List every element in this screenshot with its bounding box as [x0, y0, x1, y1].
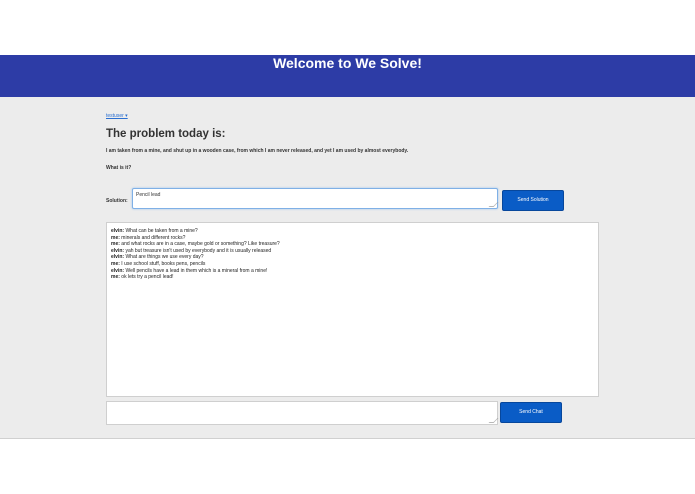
send-solution-button[interactable]: Send Solution [502, 190, 564, 211]
problem-heading: The problem today is: [106, 128, 226, 140]
send-chat-button[interactable]: Send Chat [500, 402, 562, 423]
chat-message: elvin: What are things we use every day? [111, 254, 594, 261]
chat-message: elvin: What can be taken from a mine? [111, 228, 594, 235]
chat-message-text: What are things we use every day? [124, 254, 204, 261]
chat-message-text: and what rocks are in a case, maybe gold… [119, 241, 280, 248]
chat-message-user: elvin: [111, 254, 125, 261]
chat-message-user: elvin: [111, 228, 125, 234]
solution-input-value: Pencil lead [136, 192, 161, 198]
problem-question: What is it? [106, 165, 132, 171]
problem-text: I am taken from a mine, and shut up in a… [106, 148, 409, 154]
resize-grip-icon[interactable] [488, 418, 499, 423]
chat-message-text: ok lets try a pencil lead! [119, 274, 174, 281]
header-bar: Welcome to We Solve! [0, 55, 695, 97]
solution-label: Solution: [106, 198, 128, 204]
solution-input[interactable]: Pencil lead [132, 188, 499, 209]
chat-message-text: minerals and different rocks? [119, 234, 186, 241]
chat-message-text: Well pencils have a lead in them which i… [124, 267, 268, 274]
chat-message: me: I use school stuff, books pens, penc… [111, 261, 594, 268]
chat-message-user: me: [111, 241, 120, 248]
chat-message: elvin: yah but treasure isn't used by ev… [111, 248, 594, 255]
chat-message: me: and what rocks are in a case, maybe … [111, 241, 594, 248]
chat-input[interactable] [106, 401, 499, 425]
chat-message-user: me: [111, 234, 120, 241]
resize-grip-icon[interactable] [488, 202, 499, 207]
chat-message-text: What can be taken from a mine? [124, 228, 198, 234]
chat-message-user: me: [111, 260, 120, 267]
user-menu-link[interactable]: testuser ▾ [106, 113, 128, 119]
chat-message: me: minerals and different rocks? [111, 235, 594, 242]
chat-message-user: me: [111, 274, 120, 281]
page-title: Welcome to We Solve! [273, 55, 422, 71]
chat-message-text: yah but treasure isn't used by everybody… [124, 247, 272, 254]
chat-message-user: elvin: [111, 267, 125, 274]
chat-message: me: ok lets try a pencil lead! [111, 274, 594, 281]
chat-message: elvin: Well pencils have a lead in them … [111, 268, 594, 275]
chat-message-user: elvin: [111, 247, 125, 254]
chat-log: elvin: What can be taken from a mine? me:… [106, 222, 599, 397]
chat-message-text: I use school stuff, books pens, pencils [119, 260, 206, 267]
app-container: Welcome to We Solve! testuser ▾ The prob… [0, 55, 695, 439]
